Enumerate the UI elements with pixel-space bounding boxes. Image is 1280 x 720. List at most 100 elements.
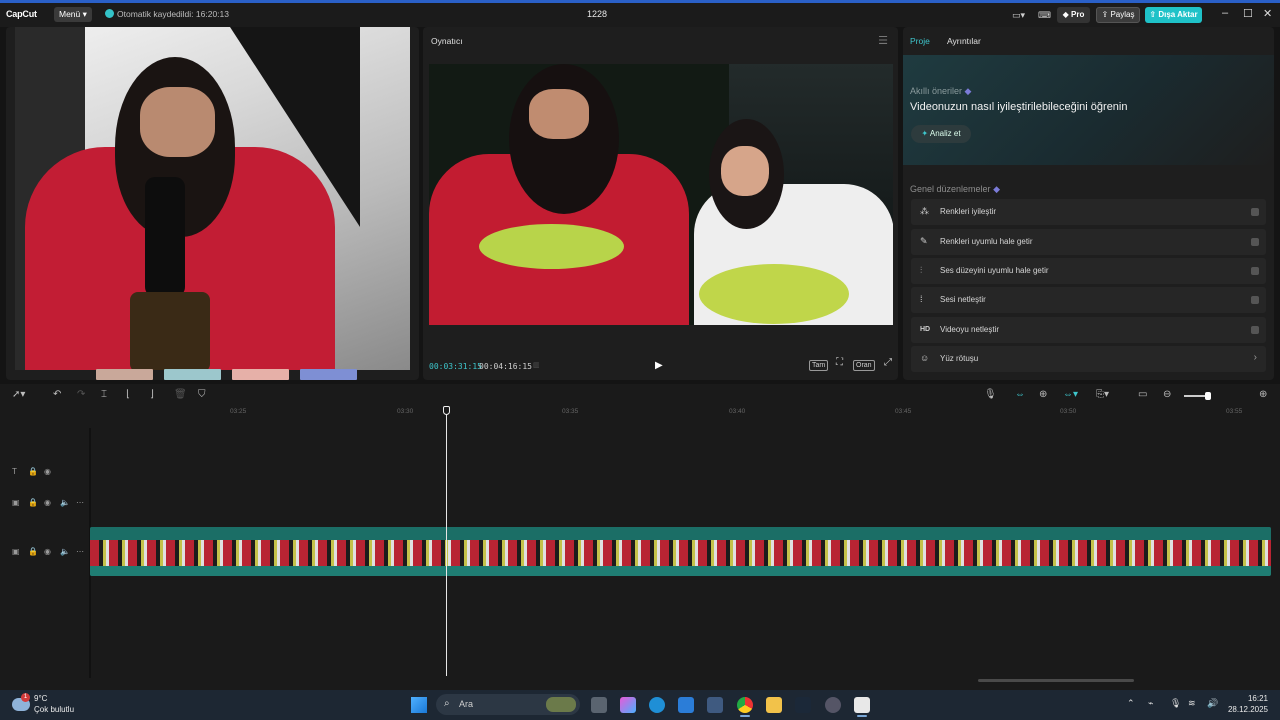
media-thumbnail[interactable] [232,369,289,380]
weather-temperature[interactable]: 9°C [34,694,47,703]
ruler-tick: 03:50 [1060,408,1077,415]
edge-icon[interactable] [649,697,665,713]
playhead-handle[interactable] [443,406,450,415]
share-button[interactable]: ⇪ Paylaş [1096,7,1140,23]
trim-right-icon[interactable]: ⌋ [150,389,154,400]
taskbar-search[interactable]: ⌕ Ara [436,694,580,715]
eye-icon[interactable]: ◉ [44,547,51,556]
layout-icon[interactable]: ▭▾ [1012,8,1025,22]
option-label: Renkleri uyumlu hale getir [940,237,1033,246]
analyze-button[interactable]: ✦ Analiz et [911,125,971,143]
player-menu-icon[interactable]: ☰ [878,34,888,47]
shield-icon[interactable]: ⛉ [198,389,206,400]
redo-icon[interactable]: ↷ [77,389,85,400]
chrome-icon[interactable] [737,697,753,713]
menu-button[interactable]: Menü ▾ [54,7,92,22]
playhead[interactable] [446,408,447,676]
expand-icon[interactable]: ⤢ [882,358,894,368]
weather-condition[interactable]: Çok bulutlu [34,705,74,714]
search-highlight-image [546,697,576,712]
speaker-icon[interactable]: 🔈 [60,498,70,507]
linkage-icon[interactable]: ⇔▾ [1063,389,1078,400]
lock-icon[interactable]: 🔒 [28,498,38,507]
media-thumbnail[interactable] [164,369,221,380]
preview-axis-icon[interactable]: ⎘▾ [1096,389,1109,400]
main-track-magnet-icon[interactable]: ⇔ [1015,389,1025,400]
option-label: Yüz rötuşu [940,354,979,363]
timeline-scrollbar[interactable] [978,679,1134,682]
option-toggle[interactable] [1251,208,1259,216]
option-clarify-audio[interactable]: ⁞ Sesi netleştir [911,287,1266,313]
chevron-right-icon: › [1253,352,1257,363]
color-match-icon: ✎ [920,236,928,246]
project-name[interactable]: 1228 [580,9,614,19]
auto-snap-icon[interactable]: ⊕ [1039,389,1047,400]
keyboard-icon[interactable]: ⌨ [1038,8,1051,22]
share-label: Paylaş [1110,10,1135,19]
wifi-icon[interactable]: ≋ [1188,698,1196,709]
windows-start-icon[interactable] [411,697,427,713]
volume-icon[interactable]: 🔊 [1207,698,1218,709]
more-icon[interactable]: ⋯ [76,498,84,507]
play-icon[interactable]: ▶ [655,360,663,371]
clock-date[interactable]: 28.12.2025 [1226,705,1268,714]
main-track-header: ▣ 🔒 ◉ 🔈 ⋯ [10,547,85,559]
option-face-retouch[interactable]: ☺ Yüz rötuşu › [911,346,1266,372]
export-button[interactable]: ⇧ Dışa Aktar [1145,7,1202,23]
lock-icon[interactable]: 🔒 [28,547,38,556]
option-enhance-colors[interactable]: ⁂ Renkleri iyileştir [911,199,1266,225]
main-video-clip[interactable] [90,527,1271,576]
timeline-ruler[interactable]: 03:25 03:30 03:35 03:40 03:45 03:50 03:5… [90,406,1280,418]
option-toggle[interactable] [1251,238,1259,246]
speaker-icon[interactable]: 🔈 [60,547,70,556]
video-preview[interactable] [429,64,893,325]
steam-icon[interactable] [795,697,811,713]
app-icon[interactable] [825,697,841,713]
timecode-toggle-icon[interactable]: ▥ [531,361,542,370]
option-color-match[interactable]: ✎ Renkleri uyumlu hale getir [911,229,1266,255]
option-normalize-volume[interactable]: ⫶ Ses düzeyini uyumlu hale getir [911,258,1266,284]
zoom-slider-handle[interactable] [1205,392,1211,400]
general-edits-text: Genel düzenlemeler [910,184,991,194]
media-thumbnail[interactable] [96,369,153,380]
lock-icon[interactable]: 🔒 [28,467,38,476]
tray-overflow-icon[interactable]: ⌃ [1127,698,1135,709]
option-enhance-video[interactable]: HD Videoyu netleştir [911,317,1266,343]
zoom-in-icon[interactable]: ⊕ [1259,389,1267,400]
pro-button[interactable]: ◆ Pro [1057,7,1090,23]
maximize-icon[interactable]: ☐ [1243,7,1253,20]
mail-icon[interactable] [678,697,694,713]
caption-icon[interactable]: ▭ [1138,389,1147,400]
close-icon[interactable]: ✕ [1263,7,1272,20]
zoom-out-icon[interactable]: ⊖ [1163,389,1171,400]
clip-header [90,527,1271,540]
current-timecode: 00:03:31:15 [429,362,482,371]
microphone-tray-icon[interactable]: 🎙 [1170,698,1181,709]
aspect-ratio-button[interactable]: Oran [853,360,875,371]
file-explorer-icon[interactable] [766,697,782,713]
more-icon[interactable]: ⋯ [76,547,84,556]
option-toggle[interactable] [1251,296,1259,304]
eye-icon[interactable]: ◉ [44,498,51,507]
trim-left-icon[interactable]: ⌊ [126,389,130,400]
media-thumbnail[interactable] [300,369,357,380]
store-icon[interactable] [707,697,723,713]
fullscreen-mode-button[interactable]: Tam [809,360,829,371]
capcut-taskbar-icon[interactable] [854,697,870,713]
delete-icon[interactable]: 🗑 [174,389,187,400]
eye-icon[interactable]: ◉ [44,467,51,476]
copilot-icon[interactable] [620,697,636,713]
undo-icon[interactable]: ↶ [53,389,61,400]
option-toggle[interactable] [1251,267,1259,275]
tab-project[interactable]: Proje [910,36,930,46]
clock-time[interactable]: 16:21 [1240,694,1268,703]
microphone-icon[interactable]: 🎙 [984,389,997,400]
option-toggle[interactable] [1251,326,1259,334]
task-view-icon[interactable] [591,697,607,713]
tab-details[interactable]: Ayrıntılar [947,36,981,46]
select-tool-icon[interactable]: ➚▾ [12,389,25,400]
minimize-icon[interactable]: – [1222,7,1228,19]
network-icon[interactable]: ⌁ [1148,698,1153,709]
crop-icon[interactable]: ⛶ [834,358,845,368]
split-icon[interactable]: ⌶ [101,389,107,400]
